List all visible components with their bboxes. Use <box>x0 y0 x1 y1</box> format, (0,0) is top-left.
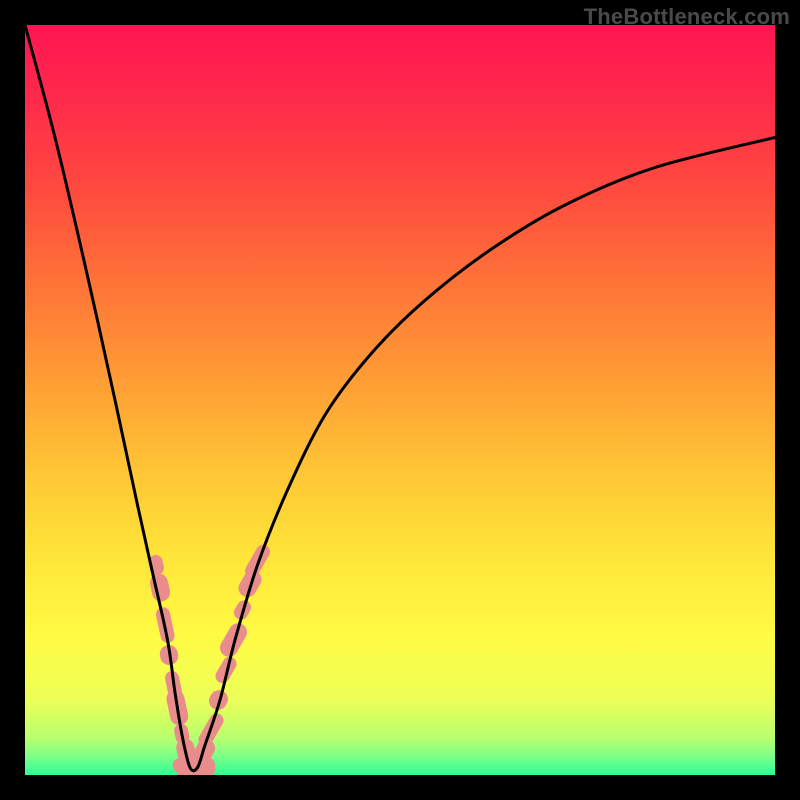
data-point-marker <box>148 572 171 603</box>
watermark-text: TheBottleneck.com <box>584 4 790 30</box>
curve-layer <box>25 25 775 775</box>
bottleneck-curve <box>25 25 775 771</box>
chart-frame: TheBottleneck.com <box>0 0 800 800</box>
plot-area <box>25 25 775 775</box>
